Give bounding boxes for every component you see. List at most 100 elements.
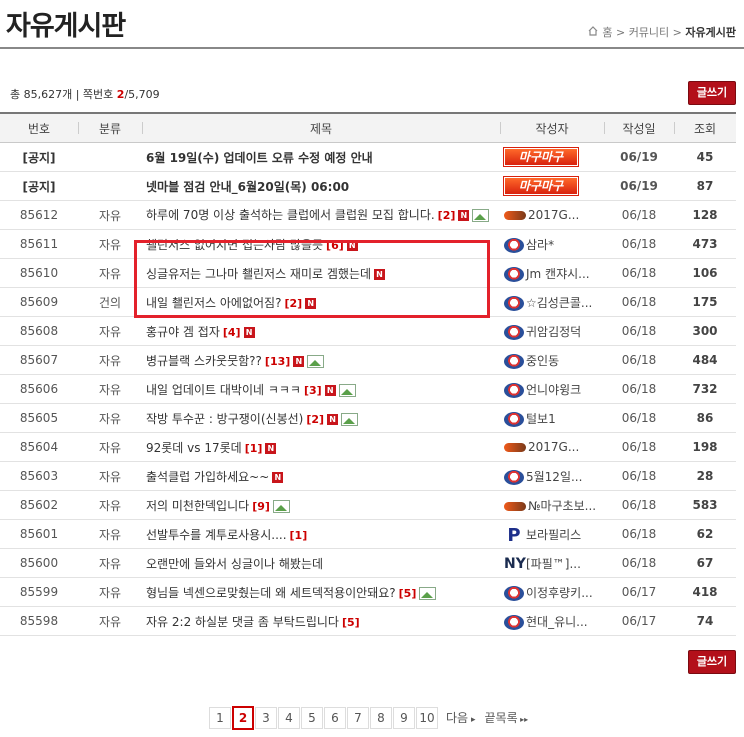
author-name[interactable]: [파필™]...	[526, 557, 581, 571]
table-row[interactable]: 85606 자유 내일 업데이트 대박이네 ㅋㅋㅋ [3] N 언니야윙크 06/18 732	[0, 374, 736, 404]
comment-count[interactable]: [5]	[399, 587, 417, 600]
post-author[interactable]: №마구초보...	[500, 490, 604, 520]
comment-count[interactable]: [5]	[342, 616, 360, 629]
post-author[interactable]: 마구마구	[500, 171, 604, 201]
page-link-3[interactable]: 3	[255, 707, 277, 729]
author-name[interactable]: 삼라*	[526, 238, 554, 252]
page-link-2[interactable]: 2	[232, 706, 254, 730]
write-button-bottom[interactable]: 글쓰기	[688, 650, 736, 674]
post-subject[interactable]: 홍규야 겜 접자 [4] N	[142, 316, 500, 346]
post-subject[interactable]: 자유 2:2 하실분 댓글 좀 부탁드립니다 [5]	[142, 606, 500, 636]
post-title[interactable]: 저의 미천한덱입니다	[146, 499, 249, 513]
page-link-7[interactable]: 7	[347, 707, 369, 729]
table-row[interactable]: 85604 자유 92롯데 vs 17롯데 [1] N 2017G... 06/18 198	[0, 432, 736, 462]
author-name[interactable]: 5월12일...	[526, 470, 582, 484]
post-title[interactable]: 6월 19일(수) 업데이트 오류 수정 예정 안내	[146, 151, 373, 165]
post-author[interactable]: 삼라*	[500, 229, 604, 259]
post-title[interactable]: 자유 2:2 하실분 댓글 좀 부탁드립니다	[146, 615, 339, 629]
page-link-5[interactable]: 5	[301, 707, 323, 729]
post-author[interactable]: 5월12일...	[500, 461, 604, 491]
post-author[interactable]: 이정후량키...	[500, 577, 604, 607]
author-name[interactable]: Jm 캔쟈시...	[526, 267, 590, 281]
page-link-1[interactable]: 1	[209, 707, 231, 729]
post-subject[interactable]: 작방 투수꾼 : 방구쟁이(신봉선) [2] N	[142, 403, 500, 433]
post-author[interactable]: 언니야윙크	[500, 374, 604, 404]
post-author[interactable]: P 보라필리스	[500, 519, 604, 549]
post-subject[interactable]: 병규블랙 스카웃뭇함?? [13] N	[142, 345, 500, 375]
table-row[interactable]: 85612 자유 하루에 70명 이상 출석하는 클럽에서 클럽원 모집 합니다.[…	[0, 200, 736, 230]
post-author[interactable]: 귀암김정덕	[500, 316, 604, 346]
comment-count[interactable]: [2]	[284, 297, 302, 310]
comment-count[interactable]: [6]	[326, 239, 344, 252]
post-title[interactable]: 내일 업데이트 대박이네 ㅋㅋㅋ	[146, 383, 301, 397]
post-title[interactable]: 출석클럽 가입하세요~~	[146, 470, 269, 484]
post-title[interactable]: 넷마블 점검 안내_6월20일(목) 06:00	[146, 180, 349, 194]
table-row[interactable]: 85599 자유 형님들 넥센으로맞췄는데 왜 세트덱적용이안돼요? [5] 이정후량키…	[0, 577, 736, 607]
post-title[interactable]: 하루에 70명 이상 출석하는 클럽에서 클럽원 모집 합니다.	[146, 208, 435, 222]
table-row[interactable]: 85600 자유 오랜만에 들와서 싱글이나 해봤는데 NY[파필™]... 06/18…	[0, 548, 736, 578]
table-row[interactable]: 85607 자유 병규블랙 스카웃뭇함?? [13] N 중인동 06/18 484	[0, 345, 736, 375]
comment-count[interactable]: [9]	[252, 500, 270, 513]
author-name[interactable]: ☆김성큰콜...	[526, 296, 592, 310]
post-title[interactable]: 병규블랙 스카웃뭇함??	[146, 354, 262, 368]
next-page-link[interactable]: 다음 ▸	[445, 708, 476, 728]
post-author[interactable]: Jm 캔쟈시...	[500, 258, 604, 288]
post-subject[interactable]: 싱글유저는 그나마 쵈린저스 재미로 겜했는데 N	[142, 258, 500, 288]
table-row[interactable]: 85603 자유 출석클럽 가입하세요~~ N 5월12일... 06/18 28	[0, 461, 736, 491]
post-subject[interactable]: 92롯데 vs 17롯데 [1] N	[142, 432, 500, 462]
page-link-9[interactable]: 9	[393, 707, 415, 729]
comment-count[interactable]: [1]	[245, 442, 263, 455]
author-name[interactable]: 보라필리스	[526, 528, 581, 542]
author-name[interactable]: 이정후량키...	[526, 586, 593, 600]
page-link-8[interactable]: 8	[370, 707, 392, 729]
author-name[interactable]: 언니야윙크	[526, 383, 581, 397]
post-title[interactable]: 92롯데 vs 17롯데	[146, 441, 242, 455]
table-row[interactable]: 85598 자유 자유 2:2 하실분 댓글 좀 부탁드립니다 [5] 현대_유니...…	[0, 606, 736, 636]
author-name[interactable]: 중인동	[526, 354, 559, 368]
post-subject[interactable]: 저의 미천한덱입니다 [9]	[142, 490, 500, 520]
post-author[interactable]: ☆김성큰콜...	[500, 287, 604, 317]
write-button-top[interactable]: 글쓰기	[688, 81, 736, 105]
post-subject[interactable]: 넷마블 점검 안내_6월20일(목) 06:00	[142, 171, 500, 201]
page-link-10[interactable]: 10	[416, 707, 438, 729]
breadcrumb-home[interactable]: 홈	[602, 26, 612, 39]
post-author[interactable]: 현대_유니...	[500, 606, 604, 636]
post-author[interactable]: 마구마구	[500, 142, 604, 172]
post-subject[interactable]: 형님들 넥센으로맞췄는데 왜 세트덱적용이안돼요? [5]	[142, 577, 500, 607]
post-author[interactable]: NY[파필™]...	[500, 548, 604, 578]
notice-row[interactable]: [공지] 6월 19일(수) 업데이트 오류 수정 예정 안내 마구마구 06/19 4…	[0, 142, 736, 172]
comment-count[interactable]: [1]	[290, 529, 308, 542]
table-row[interactable]: 85611 자유 쵈린저스 없어지면 접는사람 많을듯 [6] N 삼라* 06/18 473	[0, 229, 736, 259]
post-title[interactable]: 작방 투수꾼 : 방구쟁이(신봉선)	[146, 412, 303, 426]
table-row[interactable]: 85605 자유 작방 투수꾼 : 방구쟁이(신봉선) [2] N 털보1 06/18 86	[0, 403, 736, 433]
author-name[interactable]: 귀암김정덕	[526, 325, 581, 339]
last-page-link[interactable]: 끝목록 ▸▸	[483, 708, 529, 728]
post-subject[interactable]: 내일 쵈린저스 아에없어짐? [2] N	[142, 287, 500, 317]
table-row[interactable]: 85602 자유 저의 미천한덱입니다 [9] №마구초보... 06/18 583	[0, 490, 736, 520]
page-link-4[interactable]: 4	[278, 707, 300, 729]
author-name[interactable]: №마구초보...	[528, 499, 596, 513]
comment-count[interactable]: [4]	[223, 326, 241, 339]
post-title[interactable]: 형님들 넥센으로맞췄는데 왜 세트덱적용이안돼요?	[146, 586, 396, 600]
post-subject[interactable]: 선발투수를 계투로사용시.... [1]	[142, 519, 500, 549]
table-row[interactable]: 85601 자유 선발투수를 계투로사용시.... [1] P 보라필리스 06/18 62	[0, 519, 736, 549]
author-name[interactable]: 털보1	[526, 412, 556, 426]
post-author[interactable]: 중인동	[500, 345, 604, 375]
post-title[interactable]: 선발투수를 계투로사용시....	[146, 528, 287, 542]
comment-count[interactable]: [13]	[265, 355, 290, 368]
post-title[interactable]: 내일 쵈린저스 아에없어짐?	[146, 296, 281, 310]
comment-count[interactable]: [2]	[438, 209, 456, 222]
comment-count[interactable]: [3]	[304, 384, 322, 397]
author-name[interactable]: 2017G...	[528, 440, 579, 454]
post-subject[interactable]: 내일 업데이트 대박이네 ㅋㅋㅋ [3] N	[142, 374, 500, 404]
page-link-6[interactable]: 6	[324, 707, 346, 729]
notice-row[interactable]: [공지] 넷마블 점검 안내_6월20일(목) 06:00 마구마구 06/19 87	[0, 171, 736, 201]
author-name[interactable]: 2017G...	[528, 208, 579, 222]
post-subject[interactable]: 하루에 70명 이상 출석하는 클럽에서 클럽원 모집 합니다. [2] N	[142, 200, 500, 230]
post-title[interactable]: 쵈린저스 없어지면 접는사람 많을듯	[146, 238, 323, 252]
comment-count[interactable]: [2]	[306, 413, 324, 426]
author-name[interactable]: 현대_유니...	[526, 615, 588, 629]
post-subject[interactable]: 6월 19일(수) 업데이트 오류 수정 예정 안내	[142, 142, 500, 172]
table-row[interactable]: 85608 자유 홍규야 겜 접자 [4] N 귀암김정덕 06/18 300	[0, 316, 736, 346]
breadcrumb-community[interactable]: 커뮤니티	[629, 26, 669, 39]
